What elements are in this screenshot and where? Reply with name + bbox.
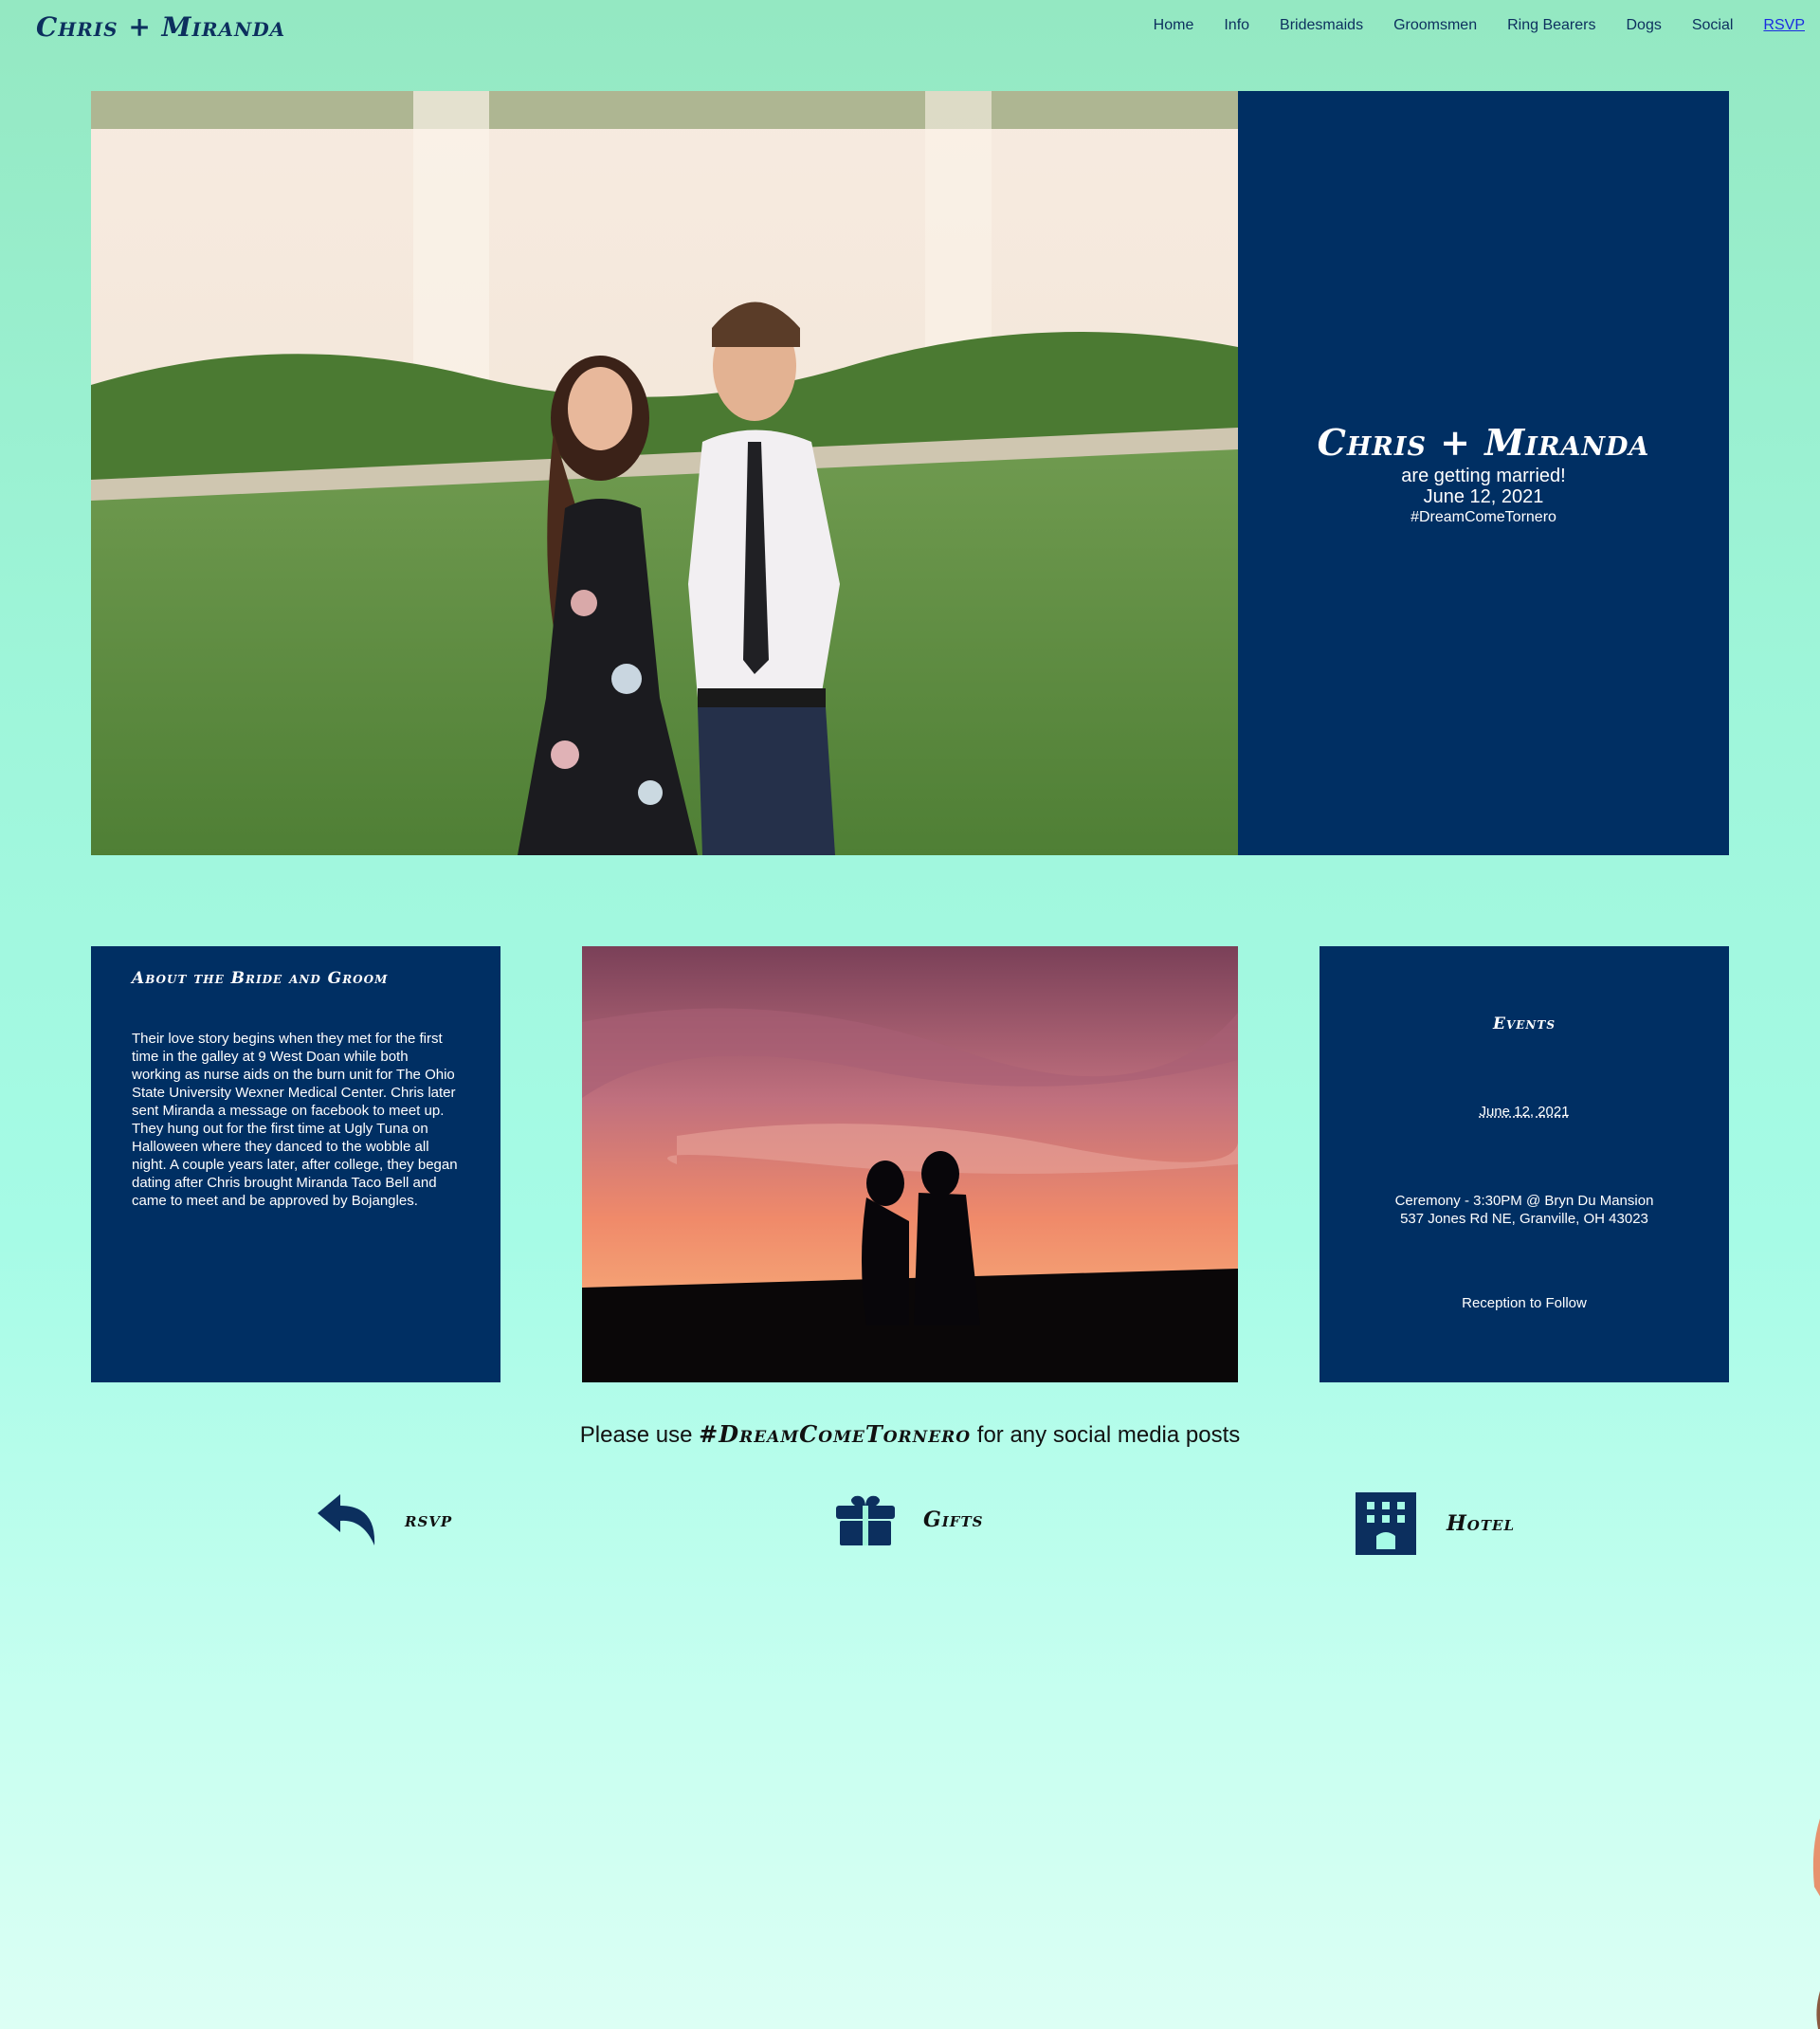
social-hashtag: #DreamComeTornero [699,1420,972,1448]
hero-announcement-panel: Chris + Miranda are getting married! Jun… [1238,91,1729,855]
hero-date: June 12, 2021 [1423,485,1544,507]
hero-names: Chris + Miranda [1317,420,1650,464]
hotel-link-label: Hotel [1447,1511,1515,1536]
ceremony-time: Ceremony - 3:30PM @ Bryn Du Mansion [1394,1193,1654,1209]
reply-icon [318,1494,375,1545]
events-title: Events [1493,1014,1556,1033]
hero-subtitle: are getting married! [1401,465,1566,486]
nav-rsvp[interactable]: RSVP [1763,17,1805,34]
hero-couple-photo [91,91,1238,855]
hotel-link[interactable]: Hotel [1352,1492,1515,1555]
about-title: About the Bride and Groom [132,969,389,988]
edge-photo-fragment [1812,1819,1820,2029]
hero-hashtag: #DreamComeTornero [1410,508,1556,525]
rsvp-link-label: rsvp [405,1508,453,1532]
events-date: June 12, 2021 [1479,1104,1570,1120]
nav-dogs[interactable]: Dogs [1626,17,1661,34]
sunset-silhouette-image [582,946,1238,1382]
main-nav: Home Info Bridesmaids Groomsmen Ring Bea… [1154,17,1805,34]
social-prefix: Please use [579,1422,693,1448]
site-title[interactable]: Chris + Miranda [36,11,285,43]
rsvp-link[interactable]: rsvp [316,1492,452,1547]
nav-groomsmen[interactable]: Groomsmen [1393,17,1477,34]
social-suffix: for any social media posts [976,1422,1241,1448]
social-hashtag-line: Please use #DreamComeTornero for any soc… [0,1420,1820,1449]
nav-home[interactable]: Home [1154,17,1194,34]
about-card: About the Bride and Groom Their love sto… [91,946,500,1382]
gift-icon [836,1495,895,1545]
events-ceremony: Ceremony - 3:30PM @ Bryn Du Mansion 537 … [1320,1192,1729,1228]
events-card: Events June 12, 2021 Ceremony - 3:30PM @… [1320,946,1729,1382]
nav-bridesmaids[interactable]: Bridesmaids [1280,17,1363,34]
couple-portrait-image [91,91,1238,855]
about-text: Their love story begins when they met fo… [132,1031,458,1209]
events-reception: Reception to Follow [1462,1295,1587,1311]
gifts-link-label: Gifts [923,1508,984,1532]
sunset-couple-photo [582,946,1238,1382]
hotel-icon [1356,1492,1416,1555]
ceremony-address: 537 Jones Rd NE, Granville, OH 43023 [1400,1211,1648,1227]
nav-social[interactable]: Social [1692,17,1734,34]
nav-ring-bearers[interactable]: Ring Bearers [1507,17,1595,34]
gifts-link[interactable]: Gifts [834,1492,983,1547]
nav-info[interactable]: Info [1224,17,1249,34]
